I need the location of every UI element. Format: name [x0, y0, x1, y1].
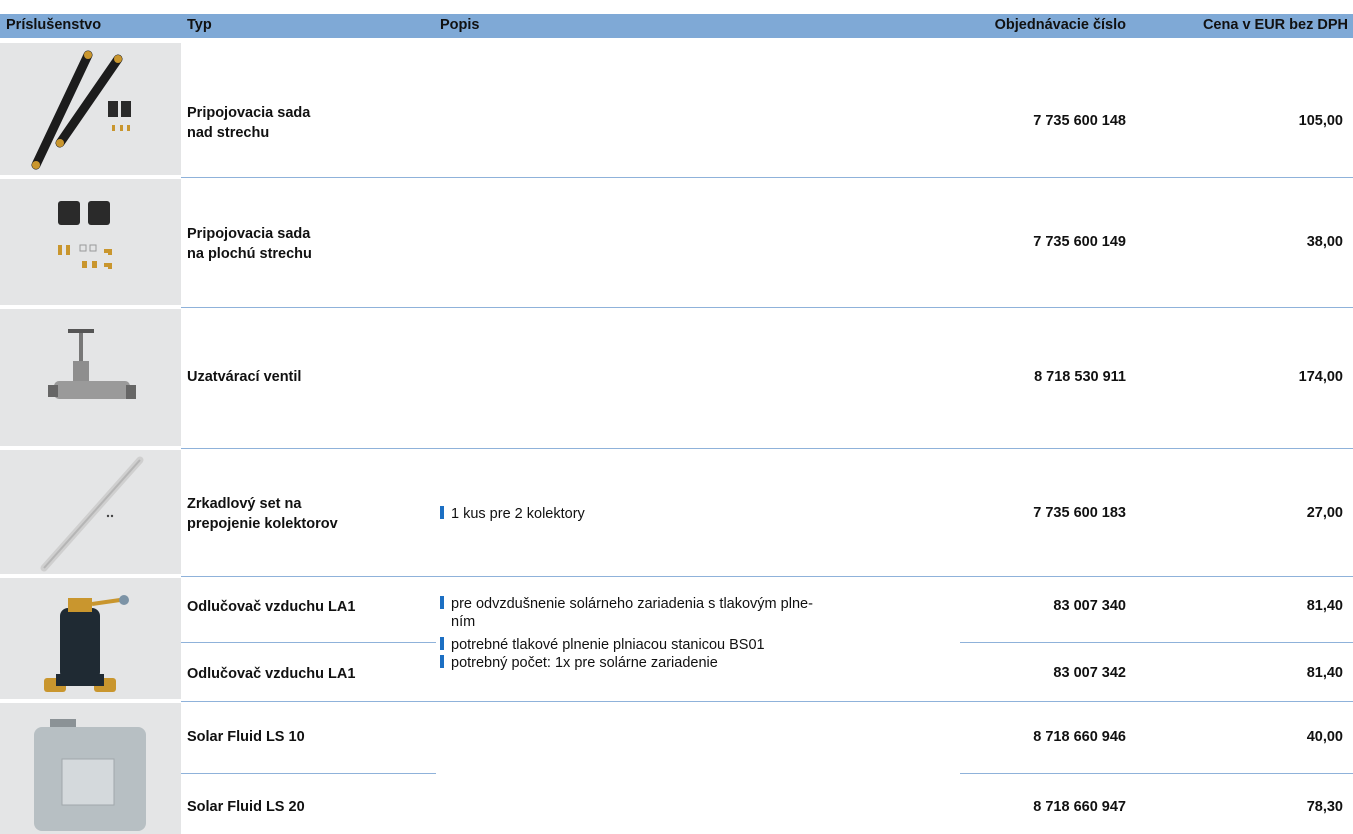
bullet-marker [440, 637, 444, 650]
type-cell: Odlučovač vzduchu LA1 [187, 599, 356, 615]
shutoff-valve-image [0, 309, 181, 446]
type-line: prepojenie kolektorov [187, 516, 338, 532]
description-text: 1 kus pre 2 kolektory [451, 506, 585, 522]
type-cell: Solar Fluid LS 10 [187, 729, 305, 745]
type-cell: Pripojovacia sada nad strechu [187, 103, 310, 143]
order-number: 8 718 660 947 [1033, 799, 1126, 815]
row-divider [181, 177, 1353, 178]
col-typ: Typ [187, 17, 212, 33]
row-divider [181, 576, 1353, 577]
bullet-marker [440, 506, 444, 519]
row-divider [181, 307, 1353, 308]
price: 105,00 [1298, 113, 1343, 129]
price: 81,40 [1306, 665, 1343, 681]
row-divider [181, 701, 1353, 702]
type-line: nad strechu [187, 125, 270, 141]
bullet-item: potrebný počet: 1x pre solárne zariadeni… [440, 654, 960, 672]
price: 38,00 [1306, 234, 1343, 250]
col-popis: Popis [440, 17, 480, 33]
type-cell: Uzatvárací ventil [187, 369, 302, 385]
air-separator-image [0, 578, 181, 699]
row-divider [181, 773, 436, 774]
col-cena: Cena v EUR bez DPH [1202, 17, 1348, 33]
row-divider [960, 773, 1353, 774]
type-line: na plochú strechu [187, 246, 312, 262]
bullet-marker [440, 596, 444, 609]
row-divider [181, 642, 436, 643]
table-header: Príslušenstvo Typ Popis Objednávacie čís… [0, 14, 1353, 38]
type-cell: Pripojovacia sada na plochú strechu [187, 224, 312, 264]
order-number: 83 007 340 [1053, 598, 1126, 614]
row-divider [960, 642, 1353, 643]
col-prislusenstvo: Príslušenstvo [6, 17, 102, 33]
row-divider [181, 448, 1353, 449]
price: 40,00 [1306, 729, 1343, 745]
type-line: Pripojovacia sada [187, 226, 311, 242]
bullet-marker [440, 655, 444, 668]
type-line: Zrkadlový set na [187, 496, 302, 512]
order-number: 83 007 342 [1053, 665, 1126, 681]
price: 27,00 [1306, 505, 1343, 521]
col-objednavacie-cislo: Objednávacie číslo [994, 17, 1126, 33]
description: 1 kus pre 2 kolektory [440, 505, 960, 523]
price: 174,00 [1298, 369, 1343, 385]
bullet-continuation: ním [451, 614, 476, 630]
type-cell: Odlučovač vzduchu LA1 [187, 666, 356, 682]
order-number: 7 735 600 148 [1033, 113, 1126, 129]
bullet-item: potrebné tlakové plnenie plniacou stanic… [440, 636, 960, 654]
description: pre odvzdušnenie solárneho zariadenia s … [440, 595, 960, 672]
type-cell: Zrkadlový set na prepojenie kolektorov [187, 494, 338, 534]
order-number: 8 718 530 911 [1034, 369, 1126, 385]
solar-fluid-canister-image [0, 703, 181, 834]
order-number: 7 735 600 183 [1033, 505, 1126, 521]
connection-set-flat-roof-image [0, 179, 181, 305]
order-number: 7 735 600 149 [1033, 234, 1126, 250]
type-line: Pripojovacia sada [187, 105, 311, 121]
mirror-set-image [0, 450, 181, 574]
price: 81,40 [1306, 598, 1343, 614]
price: 78,30 [1306, 799, 1343, 815]
bullet-item: pre odvzdušnenie solárneho zariadenia s … [440, 595, 960, 613]
connection-set-over-roof-image [0, 43, 181, 175]
type-cell: Solar Fluid LS 20 [187, 799, 305, 815]
order-number: 8 718 660 946 [1033, 729, 1126, 745]
